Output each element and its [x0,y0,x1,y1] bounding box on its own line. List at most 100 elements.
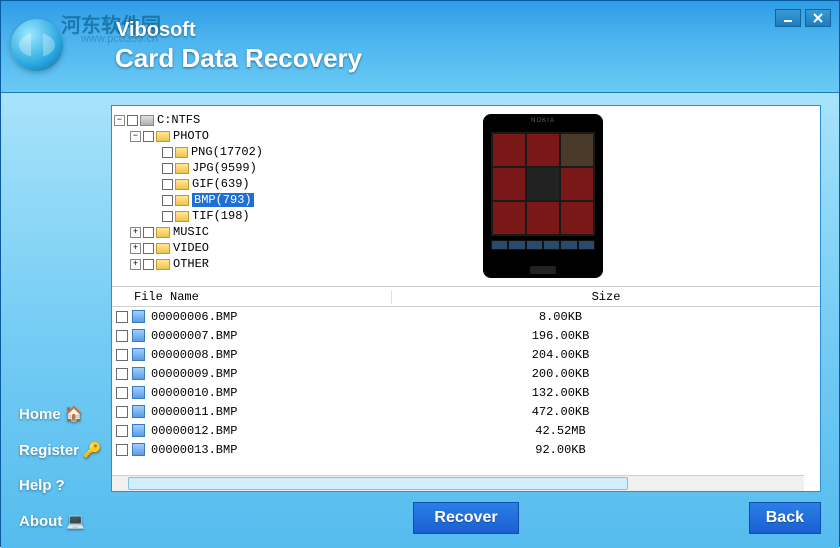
tree-label: TIF(198) [192,209,250,223]
folder-icon [175,179,189,190]
tree-label-selected: BMP(793) [192,193,254,207]
folder-tree[interactable]: − C:NTFS − PHOTO PNG(17702) [112,106,266,286]
file-size: 204.00KB [401,348,820,362]
tree-other[interactable]: + OTHER [114,256,263,272]
file-row[interactable]: 00000008.BMP204.00KB [112,345,820,364]
file-size: 196.00KB [401,329,820,343]
file-size: 472.00KB [401,405,820,419]
phone-preview-image: NOKIA [483,114,603,278]
tree-photo[interactable]: − PHOTO [114,128,263,144]
file-row[interactable]: 00000012.BMP42.52MB [112,421,820,440]
file-row[interactable]: 00000011.BMP472.00KB [112,402,820,421]
file-row[interactable]: 00000013.BMP92.00KB [112,440,820,459]
file-name: 00000011.BMP [151,405,401,419]
tree-drive[interactable]: − C:NTFS [114,112,263,128]
tree-music[interactable]: + MUSIC [114,224,263,240]
file-name: 00000007.BMP [151,329,401,343]
tree-checkbox[interactable] [143,243,154,254]
file-row[interactable]: 00000006.BMP8.00KB [112,307,820,326]
collapse-icon[interactable]: − [130,131,141,142]
tree-label: GIF(639) [192,177,250,191]
file-checkbox[interactable] [116,387,128,399]
col-size[interactable]: Size [392,290,820,304]
tree-checkbox[interactable] [143,227,154,238]
tree-label: PNG(17702) [191,145,263,159]
folder-icon [175,163,189,174]
expand-icon[interactable]: + [130,259,141,270]
file-name: 00000012.BMP [151,424,401,438]
key-icon: 🔑 [83,441,102,459]
file-size: 132.00KB [401,386,820,400]
tree-label: VIDEO [173,241,209,255]
expand-icon[interactable]: + [130,227,141,238]
help-icon: ? [56,477,65,494]
minimize-button[interactable] [775,9,801,27]
col-filename[interactable]: File Name [112,290,392,304]
file-name: 00000013.BMP [151,443,401,457]
sidebar: Home 🏠 Register 🔑 Help ? About 💻 [1,93,111,548]
file-checkbox[interactable] [116,368,128,380]
back-button[interactable]: Back [749,502,821,534]
file-checkbox[interactable] [116,311,128,323]
file-size: 92.00KB [401,443,820,457]
file-size: 8.00KB [401,310,820,324]
tree-tif[interactable]: TIF(198) [114,208,263,224]
sidebar-register[interactable]: Register 🔑 [19,441,111,459]
folder-icon [175,147,188,158]
tree-label: MUSIC [173,225,209,239]
phone-brand: NOKIA [483,118,603,124]
sidebar-about[interactable]: About 💻 [19,512,111,530]
file-icon [132,367,145,380]
tree-png[interactable]: PNG(17702) [114,144,263,160]
tree-checkbox[interactable] [162,211,173,222]
tree-label: JPG(9599) [192,161,257,175]
content-frame: − C:NTFS − PHOTO PNG(17702) [111,105,821,492]
tree-checkbox[interactable] [127,115,138,126]
file-table-header[interactable]: File Name Size [112,287,820,307]
tree-checkbox[interactable] [162,179,173,190]
drive-label: C:NTFS [157,113,200,127]
preview-pane: NOKIA [266,106,820,286]
file-icon [132,329,145,342]
tree-gif[interactable]: GIF(639) [114,176,263,192]
file-rows[interactable]: 00000006.BMP8.00KB00000007.BMP196.00KB00… [112,307,820,462]
tree-label: OTHER [173,257,209,271]
folder-icon [156,243,170,254]
tree-jpg[interactable]: JPG(9599) [114,160,263,176]
folder-icon [175,195,189,206]
tree-checkbox[interactable] [143,131,154,142]
tree-checkbox[interactable] [162,163,173,174]
file-icon [132,405,145,418]
file-icon [132,424,145,437]
file-checkbox[interactable] [116,425,128,437]
scrollbar-thumb[interactable] [128,477,628,490]
file-checkbox[interactable] [116,330,128,342]
file-row[interactable]: 00000009.BMP200.00KB [112,364,820,383]
tree-video[interactable]: + VIDEO [114,240,263,256]
file-name: 00000010.BMP [151,386,401,400]
tree-checkbox[interactable] [162,195,173,206]
sidebar-help-label: Help [19,477,52,494]
sidebar-help[interactable]: Help ? [19,477,111,494]
sidebar-home[interactable]: Home 🏠 [19,405,111,423]
file-row[interactable]: 00000007.BMP196.00KB [112,326,820,345]
file-checkbox[interactable] [116,444,128,456]
file-row[interactable]: 00000010.BMP132.00KB [112,383,820,402]
file-checkbox[interactable] [116,406,128,418]
tree-checkbox[interactable] [162,147,173,158]
recover-button[interactable]: Recover [413,502,518,534]
file-checkbox[interactable] [116,349,128,361]
horizontal-scrollbar[interactable] [112,475,804,491]
close-button[interactable] [805,9,831,27]
title-bar: 河东软件园 www.pc0359.cn Vibosoft Card Data R… [1,1,839,93]
bottom-bar: Recover Back [111,498,821,538]
tree-checkbox[interactable] [143,259,154,270]
expand-icon[interactable]: + [130,243,141,254]
drive-icon [140,115,154,126]
file-icon [132,310,145,323]
folder-icon [156,227,170,238]
tree-bmp[interactable]: BMP(793) [114,192,263,208]
folder-icon [156,131,170,142]
collapse-icon[interactable]: − [114,115,125,126]
about-icon: 💻 [66,512,85,530]
